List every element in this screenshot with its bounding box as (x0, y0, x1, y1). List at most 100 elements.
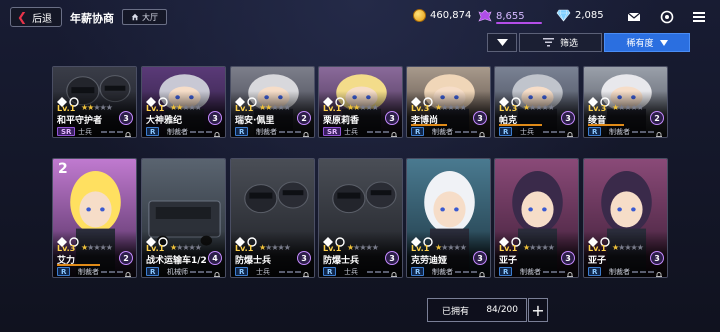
expand-capacity-button[interactable]: + (528, 298, 548, 322)
star-rating: ★★★★★ (612, 243, 644, 252)
triangle-down-icon (496, 39, 508, 46)
diamond-amount: 2,085 (575, 10, 604, 21)
unit-card[interactable]: Lv.1 ★★★★★ 大神雅纪 3 R 制裁者 (141, 66, 226, 138)
unit-level: Lv.1 (146, 244, 165, 253)
unit-card[interactable]: Lv.1 ★★★★★ 防爆士兵 3 R 士兵 (318, 158, 403, 278)
unit-card[interactable]: Lv.1 ★★★★★ 克劳迪娅 3 R 制裁者 (406, 158, 491, 278)
unit-card[interactable]: Lv.3 ★★★★★ 绫音 2 R 制裁者 (583, 66, 668, 138)
skill-slot (101, 131, 107, 133)
lock-icon[interactable] (302, 126, 310, 137)
unit-card[interactable]: Lv.3 ★★★★★ 帕克 3 R 士兵 (494, 66, 579, 138)
rarity-badge: R (323, 267, 337, 276)
rarity-badge: R (411, 127, 425, 136)
star-empty-icon: ★ (283, 243, 291, 252)
star-rating: ★★★★★ (81, 243, 113, 252)
gold-coin-icon (413, 9, 426, 22)
sort-label: 稀有度 (626, 39, 654, 49)
rarity-badge: R (146, 267, 160, 276)
skill-slot (375, 131, 381, 133)
skill-slot (543, 271, 549, 273)
rarity-badge: R (235, 127, 249, 136)
chevron-down-icon (659, 39, 668, 46)
skill-slots (455, 271, 477, 273)
unit-name: 大神雅纪 (146, 116, 183, 126)
skill-slot (190, 131, 196, 133)
lock-icon[interactable] (655, 126, 663, 137)
mail-icon[interactable] (627, 10, 641, 24)
unit-name: 亚子 (588, 256, 607, 266)
unit-level: Lv.1 (588, 244, 607, 253)
rarity-sort-button[interactable]: 稀有度 (604, 33, 690, 52)
rank-badge: 3 (385, 111, 399, 125)
skill-slot (559, 131, 565, 133)
skill-slot (101, 271, 107, 273)
unit-level: Lv.1 (235, 244, 254, 253)
rarity-badge: SR (323, 127, 342, 136)
lock-icon[interactable] (566, 126, 574, 137)
lock-icon[interactable] (566, 266, 574, 277)
rank-badge: 3 (561, 111, 575, 125)
unit-type: 士兵 (256, 268, 270, 276)
skill-slots (632, 271, 654, 273)
lock-icon[interactable] (478, 266, 486, 277)
star-empty-icon: ★ (459, 243, 467, 252)
rank-badge: 3 (561, 251, 575, 265)
unit-card[interactable]: Lv.3 ★★★★★ 艾力 2 R 制裁者 2 (52, 158, 137, 278)
back-label: 后退 (32, 13, 53, 25)
lock-icon[interactable] (478, 126, 486, 137)
experience-bar (57, 264, 100, 266)
unit-type: 机械师 (167, 268, 188, 276)
rarity-badge: R (588, 267, 602, 276)
unit-card[interactable]: Lv.1 ★★★★★ 瑞安·佩里 2 R 制裁者 (230, 66, 315, 138)
skill-slot (295, 271, 301, 273)
unit-card[interactable]: Lv.1 ★★★★★ 防爆士兵 3 R 士兵 (230, 158, 315, 278)
back-button[interactable]: ❮ 后退 (10, 7, 62, 27)
lock-icon[interactable] (655, 266, 663, 277)
unit-level: Lv.1 (499, 244, 518, 253)
unit-type: 制裁者 (256, 128, 277, 136)
unit-level: Lv.3 (588, 104, 607, 113)
star-rating: ★★★★★ (170, 243, 202, 252)
lock-icon[interactable] (302, 266, 310, 277)
settings-icon[interactable] (660, 10, 674, 24)
rank-badge: 3 (119, 111, 133, 125)
sort-order-toggle-button[interactable] (487, 33, 517, 52)
experience-bar (411, 124, 447, 126)
unit-card[interactable]: Lv.1 ★★★★★ 亚子 3 R 制裁者 (583, 158, 668, 278)
filter-icon (542, 38, 554, 47)
lock-icon[interactable] (390, 126, 398, 137)
star-empty-icon: ★ (547, 243, 555, 252)
lobby-button[interactable]: 大厅 (122, 9, 167, 25)
unit-card[interactable]: Lv.1 ★★★★★ 和平守护者 3 SR 士兵 (52, 66, 137, 138)
experience-bar (588, 124, 624, 126)
diamond-icon (556, 9, 571, 22)
skill-slot (648, 271, 654, 273)
lock-icon[interactable] (124, 266, 132, 277)
lock-icon[interactable] (124, 126, 132, 137)
unit-card[interactable]: Lv.1 ★★★★★ 亚子 3 R 制裁者 (494, 158, 579, 278)
skill-slots (101, 131, 123, 133)
skill-slot (287, 271, 293, 273)
star-rating: ★★★★★ (435, 243, 467, 252)
unit-type: 制裁者 (520, 268, 541, 276)
star-empty-icon: ★ (371, 243, 379, 252)
unit-card[interactable]: Lv.1 ★★★★★ 栗原莉香 3 SR 士兵 (318, 66, 403, 138)
star-rating: ★★★★★ (435, 103, 467, 112)
lock-icon[interactable] (213, 266, 221, 277)
rank-badge: 3 (650, 251, 664, 265)
rank-badge: 2 (650, 111, 664, 125)
unit-card[interactable]: Lv.1 ★★★★★ 战术运输车1/2 4 R 机械师 (141, 158, 226, 278)
back-arrow-icon: ❮ (17, 10, 28, 24)
filter-button[interactable]: 筛选 (519, 33, 602, 52)
skill-slots (190, 271, 212, 273)
unit-type: 制裁者 (167, 128, 188, 136)
menu-icon[interactable] (692, 10, 706, 24)
unit-name: 防爆士兵 (235, 256, 272, 266)
unit-card[interactable]: Lv.3 ★★★★★ 李博尚 3 R 制裁者 (406, 66, 491, 138)
skill-slot (375, 271, 381, 273)
skill-slot (383, 131, 389, 133)
lock-icon[interactable] (390, 266, 398, 277)
unit-name: 栗原莉香 (323, 116, 360, 126)
star-empty-icon: ★ (636, 103, 644, 112)
lock-icon[interactable] (213, 126, 221, 137)
